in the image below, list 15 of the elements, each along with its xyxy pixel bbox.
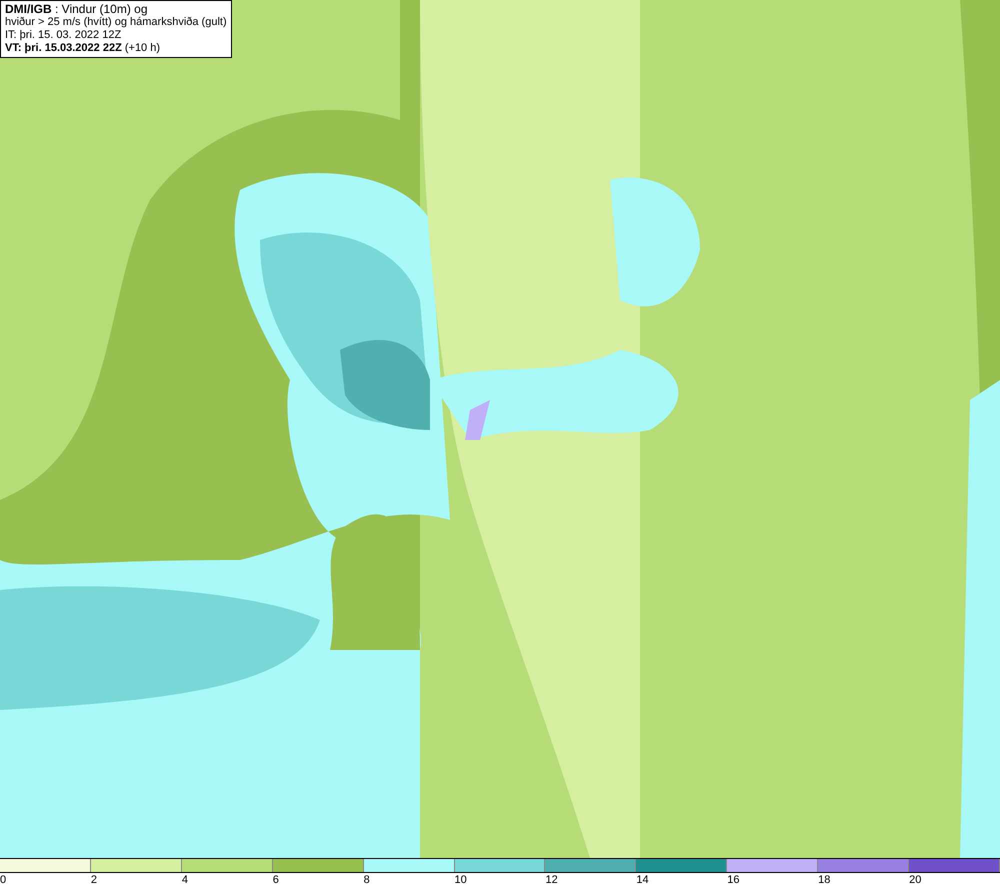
legend-label: 14 [636,873,649,887]
legend-label: 12 [545,873,558,887]
legend-label: 4 [182,873,188,887]
header-text: IT: þri. 15. 03. 2022 12Z [5,29,122,42]
legend-label: 6 [272,873,279,887]
legend-label: 16 [727,873,740,887]
header-text: DMI/IGB : Vindur (10m) og [5,3,148,16]
legend-label: 18 [818,873,830,887]
legend-label: 10 [454,873,467,887]
legend-label: 8 [364,873,370,887]
header-text: VT: þri. 15.03.2022 22Z (+10 h) [5,42,162,55]
legend-label: 2 [90,873,98,887]
legend-label: 20 [909,873,922,887]
header-text: hviður > 25 m/s (hvítt) og hámarkshviða (gult) [5,16,227,29]
legend-label: 0 [0,873,6,887]
